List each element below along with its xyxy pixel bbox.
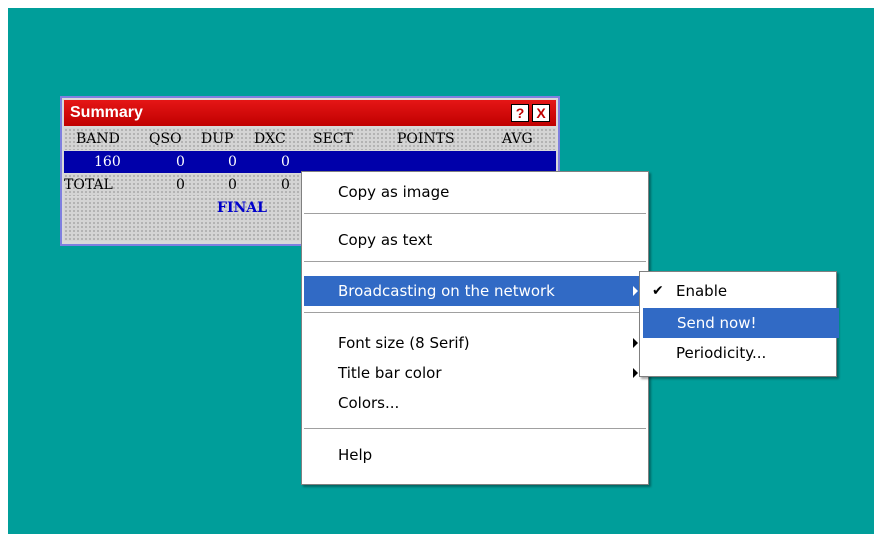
context-menu: Copy as image Copy as text Broadcasting … bbox=[301, 171, 649, 485]
close-button[interactable]: X bbox=[532, 104, 550, 122]
cell-qso: 0 bbox=[176, 177, 185, 193]
header-dxc: DXC bbox=[254, 131, 286, 147]
cell-band: 160 bbox=[94, 154, 121, 170]
menu-item-broadcasting[interactable]: Broadcasting on the network bbox=[304, 276, 646, 306]
desktop: Summary ? X BAND QSO DUP DXC SECT POINTS… bbox=[8, 8, 874, 534]
submenu-arrow-icon bbox=[633, 286, 638, 296]
header-dup: DUP bbox=[201, 131, 234, 147]
header-qso: QSO bbox=[149, 131, 182, 147]
summary-header-row: BAND QSO DUP DXC SECT POINTS AVG bbox=[64, 128, 556, 150]
menu-item-title-bar-color[interactable]: Title bar color bbox=[304, 358, 646, 388]
table-row[interactable]: 160 0 0 0 bbox=[64, 151, 556, 173]
cell-qso: 0 bbox=[176, 154, 185, 170]
checkmark-icon: ✔ bbox=[652, 283, 664, 299]
header-points: POINTS bbox=[397, 131, 455, 147]
broadcast-submenu: ✔ Enable Send now! Periodicity... bbox=[639, 271, 839, 377]
menu-separator bbox=[304, 213, 646, 215]
submenu-arrow-icon bbox=[633, 338, 638, 348]
menu-item-copy-as-text[interactable]: Copy as text bbox=[304, 225, 646, 255]
cell-dup: 0 bbox=[228, 154, 237, 170]
summary-title-bar[interactable]: Summary ? X bbox=[64, 100, 556, 126]
submenu-item-periodicity[interactable]: Periodicity... bbox=[642, 338, 834, 368]
submenu-arrow-icon bbox=[633, 368, 638, 378]
header-band: BAND bbox=[76, 131, 120, 147]
menu-separator bbox=[304, 261, 646, 263]
menu-item-help[interactable]: Help bbox=[304, 440, 646, 470]
menu-separator bbox=[304, 428, 646, 430]
submenu-item-enable[interactable]: ✔ Enable bbox=[642, 276, 834, 306]
submenu-item-send-now[interactable]: Send now! bbox=[643, 308, 839, 338]
cell-dup: 0 bbox=[228, 177, 237, 193]
cell-dxc: 0 bbox=[281, 154, 290, 170]
cell-band: TOTAL bbox=[64, 177, 113, 193]
cell-dxc: 0 bbox=[281, 177, 290, 193]
header-sect: SECT bbox=[313, 131, 353, 147]
menu-item-colors[interactable]: Colors... bbox=[304, 388, 646, 418]
menu-separator bbox=[304, 312, 646, 314]
window-title: Summary bbox=[70, 104, 143, 121]
final-label: FINAL bbox=[217, 200, 267, 216]
help-button[interactable]: ? bbox=[511, 104, 529, 122]
menu-item-font-size[interactable]: Font size (8 Serif) bbox=[304, 328, 646, 358]
header-avg: AVG bbox=[502, 131, 533, 147]
menu-item-copy-as-image[interactable]: Copy as image bbox=[304, 177, 646, 207]
